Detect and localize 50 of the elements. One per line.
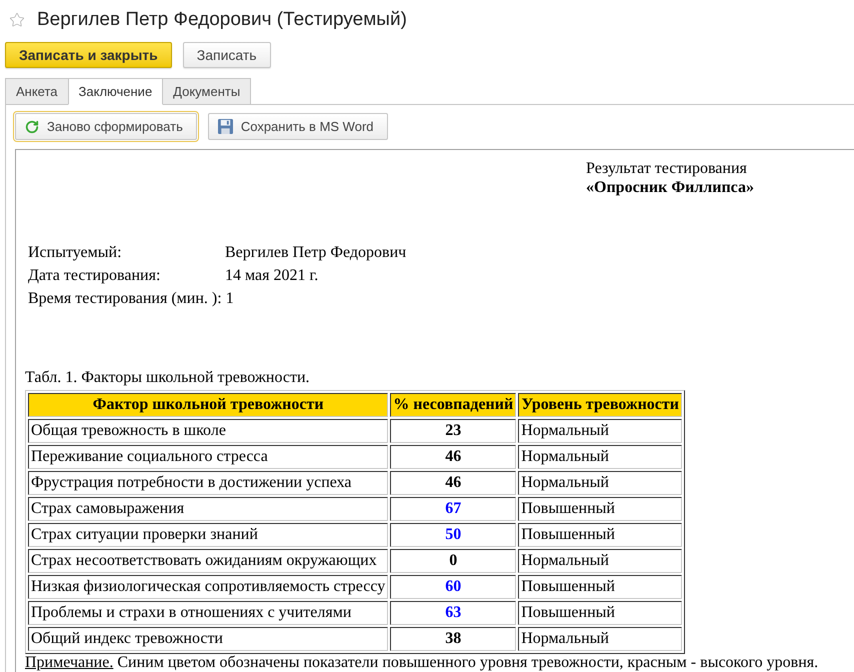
field-value: 14 мая 2021 г. — [225, 266, 318, 286]
table-cell: Нормальный — [518, 445, 682, 469]
table-cell: 46 — [390, 445, 516, 469]
field-value: Вергилев Петр Федорович — [225, 243, 406, 263]
table-cell: Нормальный — [518, 549, 682, 573]
field-label: Дата тестирования: — [28, 266, 162, 286]
window-title: Вергилев Петр Федорович (Тестируемый) — [37, 8, 407, 32]
field-label: Время тестирования (мин. ): — [28, 289, 223, 309]
field-value: 1 — [226, 289, 234, 309]
table-caption: Табл. 1. Факторы школьной тревожности. — [25, 368, 310, 387]
table-cell: Повышенный — [518, 497, 682, 521]
table-cell: 0 — [390, 549, 516, 573]
table-cell: Повышенный — [518, 575, 682, 599]
table-cell: Общая тревожность в школе — [28, 419, 388, 443]
table-cell: Страх самовыражения — [28, 497, 388, 521]
table-cell: 23 — [390, 419, 516, 443]
table-cell: Повышенный — [518, 601, 682, 625]
table-cell: Страх несоответствовать ожиданиям окружающих — [28, 549, 388, 573]
table-cell: Нормальный — [518, 471, 682, 495]
field-label: Испытуемый: — [28, 243, 123, 263]
report-heading: Результат тестирования — [586, 159, 748, 178]
table-cell: 50 — [390, 523, 516, 547]
table-cell: 63 — [390, 601, 516, 625]
table-cell: Страх ситуации проверки знаний — [28, 523, 388, 547]
save-and-close-button[interactable]: Записать и закрыть — [5, 42, 172, 68]
report-title: «Опросник Филлипса» — [586, 178, 755, 197]
note-text: Примечание. Синим цветом обозначены показатели повышенного уровня тревожности, красным - высокого уровня. — [25, 654, 820, 671]
regenerate-button[interactable]: Заново сформировать — [15, 113, 197, 140]
table-cell: 46 — [390, 471, 516, 495]
table-cell: Переживание социального стресса — [28, 445, 388, 469]
tab[interactable]: Анкета — [5, 78, 69, 105]
table-header-cell: Фактор школьной тревожности — [28, 393, 388, 417]
table-header-cell: % несовпадений — [390, 393, 516, 417]
tab[interactable]: Заключение — [68, 78, 164, 105]
tab[interactable]: Документы — [162, 78, 252, 105]
save-to-word-button[interactable]: Сохранить в MS Word — [208, 113, 388, 140]
favorite-star-icon[interactable] — [9, 12, 25, 28]
table-cell: 67 — [390, 497, 516, 521]
table-cell: Проблемы и страхи в отношениях с учителями — [28, 601, 388, 625]
table-cell: Низкая физиологическая сопротивляемость стрессу — [28, 575, 388, 599]
table-header-cell: Уровень тревожности — [518, 393, 682, 417]
table-cell: 60 — [390, 575, 516, 599]
table-cell: 38 — [390, 627, 516, 651]
table-cell: Нормальный — [518, 627, 682, 651]
table-cell: Общий индекс тревожности — [28, 627, 388, 651]
table-cell: Повышенный — [518, 523, 682, 547]
table-cell: Фрустрация потребности в достижении успеха — [28, 471, 388, 495]
table-cell: Нормальный — [518, 419, 682, 443]
refresh-icon — [25, 120, 39, 134]
save-button[interactable]: Записать — [182, 42, 271, 68]
